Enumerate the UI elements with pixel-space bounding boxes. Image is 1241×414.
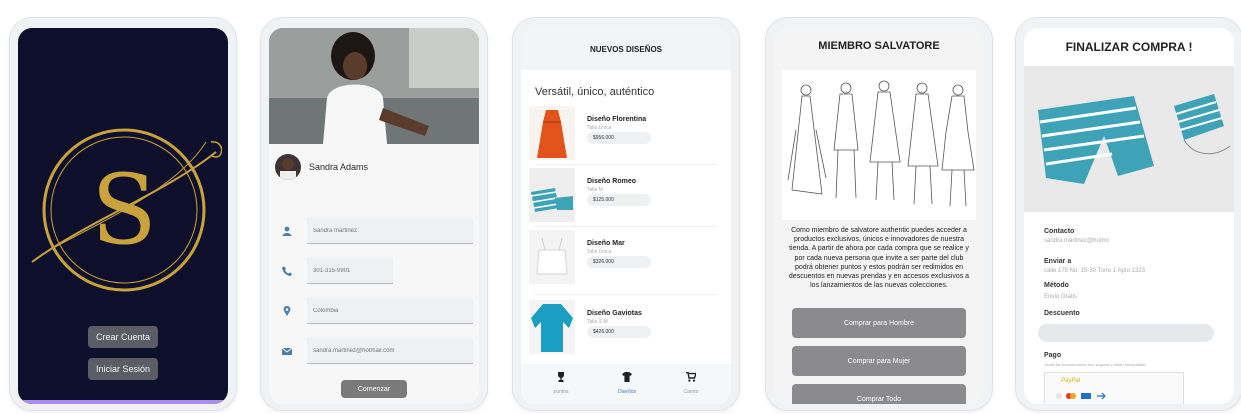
hero-photo — [269, 28, 479, 144]
checkout-title: FINALIZAR COMPRA ! — [1065, 40, 1193, 54]
discount-label: Descuento — [1044, 310, 1080, 317]
nav-label: Diseños — [617, 389, 637, 395]
product-photo — [1024, 66, 1234, 212]
name-field-row — [281, 218, 473, 244]
catalog-screen: NUEVOS DISEÑOS Versátil, único, auténtic… — [521, 28, 731, 404]
contact-value: sandra.martinez@hotmc — [1044, 238, 1110, 244]
product-size: Talla Única — [587, 249, 612, 255]
member-title: MIEMBRO SALVATORE — [818, 40, 940, 52]
nav-label: Carrito — [683, 389, 699, 395]
member-description: Como miembro de salvatore authentic pued… — [788, 227, 970, 290]
phone-welcome: S Crear Cuenta Iniciar Sesión — [10, 18, 236, 410]
ship-label: Enviar a — [1044, 258, 1072, 265]
product-card[interactable]: Diseño Gaviotas Talla S-M $426.000 — [529, 300, 719, 356]
shop-men-button[interactable]: Comprar para Hombre — [792, 308, 966, 338]
email-input[interactable] — [307, 338, 473, 364]
method-value: Envío Gratis — [1044, 294, 1078, 300]
catalog-title: NUEVOS DISEÑOS — [521, 28, 731, 70]
avatar[interactable] — [275, 154, 301, 180]
logo-letter: S — [91, 154, 157, 266]
product-price: $956.000 — [587, 132, 651, 144]
start-button[interactable]: Comenzar — [341, 380, 407, 398]
product-price: $426.000 — [587, 326, 651, 338]
product-price: $125.000 — [587, 194, 651, 206]
phone-input[interactable] — [307, 258, 393, 284]
method-label: Método — [1044, 282, 1069, 289]
product-price: $326.000 — [587, 256, 651, 268]
phone-register: Sandra Adams Comenzar — [261, 18, 487, 410]
product-size: Talla S-M — [587, 319, 608, 325]
product-size: Talla Única — [587, 125, 612, 131]
product-name: Diseño Romeo — [587, 178, 637, 185]
product-name: Diseño Florentina — [587, 116, 647, 123]
nav-item-cart[interactable]: Carrito — [671, 371, 711, 395]
phone-icon — [281, 265, 293, 277]
create-account-button[interactable]: Crear Cuenta — [87, 326, 159, 348]
paypal-label: PayPal — [1061, 378, 1081, 384]
email-icon — [281, 345, 293, 357]
bottom-nav: puntos Diseños Carrito — [521, 364, 731, 404]
product-card[interactable]: Diseño Mar Talla Única $326.000 — [529, 230, 719, 286]
country-input[interactable] — [307, 298, 473, 324]
product-card[interactable]: Diseño Florentina Talla Única $956.000 — [529, 106, 719, 162]
brand-logo: S — [26, 112, 223, 308]
country-field-row — [281, 298, 473, 324]
card-logos-icon — [1056, 392, 1106, 400]
discount-input[interactable] — [1038, 324, 1214, 342]
product-name: Diseño Gaviotas — [587, 310, 642, 317]
payment-option-paypal[interactable]: PayPal — [1044, 372, 1184, 404]
email-field-row — [281, 338, 473, 364]
payment-note: Todas las transacciones son seguras y es… — [1044, 362, 1147, 367]
product-image — [529, 168, 575, 222]
divider — [535, 294, 717, 295]
payment-label: Pago — [1044, 352, 1062, 359]
trophy-icon — [541, 372, 581, 385]
login-button[interactable]: Iniciar Sesión — [87, 358, 159, 380]
person-icon — [281, 225, 293, 237]
catalog-tagline: Versátil, único, auténtico — [535, 86, 655, 98]
shirt-icon — [607, 372, 647, 385]
product-size: Talla M — [587, 187, 603, 193]
ship-value: calle 175 No. 15-30 Torre 1 Apto 1323 — [1044, 268, 1145, 274]
profile-name: Sandra Adams — [309, 162, 369, 172]
contact-label: Contacto — [1044, 228, 1075, 235]
cart-icon — [671, 371, 711, 385]
phone-catalog: NUEVOS DISEÑOS Versátil, único, auténtic… — [513, 18, 739, 410]
phone-checkout: FINALIZAR COMPRA ! Contacto sandra.marti… — [1016, 18, 1241, 410]
product-image — [529, 300, 575, 354]
product-image — [529, 106, 575, 160]
divider — [535, 164, 717, 165]
nav-item-designs[interactable]: Diseños — [607, 372, 647, 395]
nav-item-points[interactable]: puntos — [541, 372, 581, 395]
shop-women-button[interactable]: Comprar para Mujer — [792, 346, 966, 376]
bottom-accent-bar — [18, 400, 228, 404]
product-card[interactable]: Diseño Romeo Talla M $125.000 — [529, 168, 719, 224]
member-screen: MIEMBRO SALVATORE Como miembro de salvat… — [774, 28, 984, 404]
divider — [535, 226, 717, 227]
name-input[interactable] — [307, 218, 473, 244]
register-screen: Sandra Adams Comenzar — [269, 28, 479, 404]
nav-label: puntos — [553, 389, 569, 395]
checkout-screen: FINALIZAR COMPRA ! Contacto sandra.marti… — [1024, 28, 1234, 404]
profile-row: Sandra Adams — [275, 154, 368, 180]
phone-field-row — [281, 258, 393, 284]
fashion-sketch-image — [782, 70, 976, 220]
phone-member: MIEMBRO SALVATORE Como miembro de salvat… — [766, 18, 992, 410]
location-pin-icon — [281, 305, 293, 317]
welcome-screen: S Crear Cuenta Iniciar Sesión — [18, 28, 228, 404]
product-name: Diseño Mar — [587, 240, 625, 247]
shop-all-button[interactable]: Comprar Todo — [792, 384, 966, 404]
product-image — [529, 230, 575, 284]
